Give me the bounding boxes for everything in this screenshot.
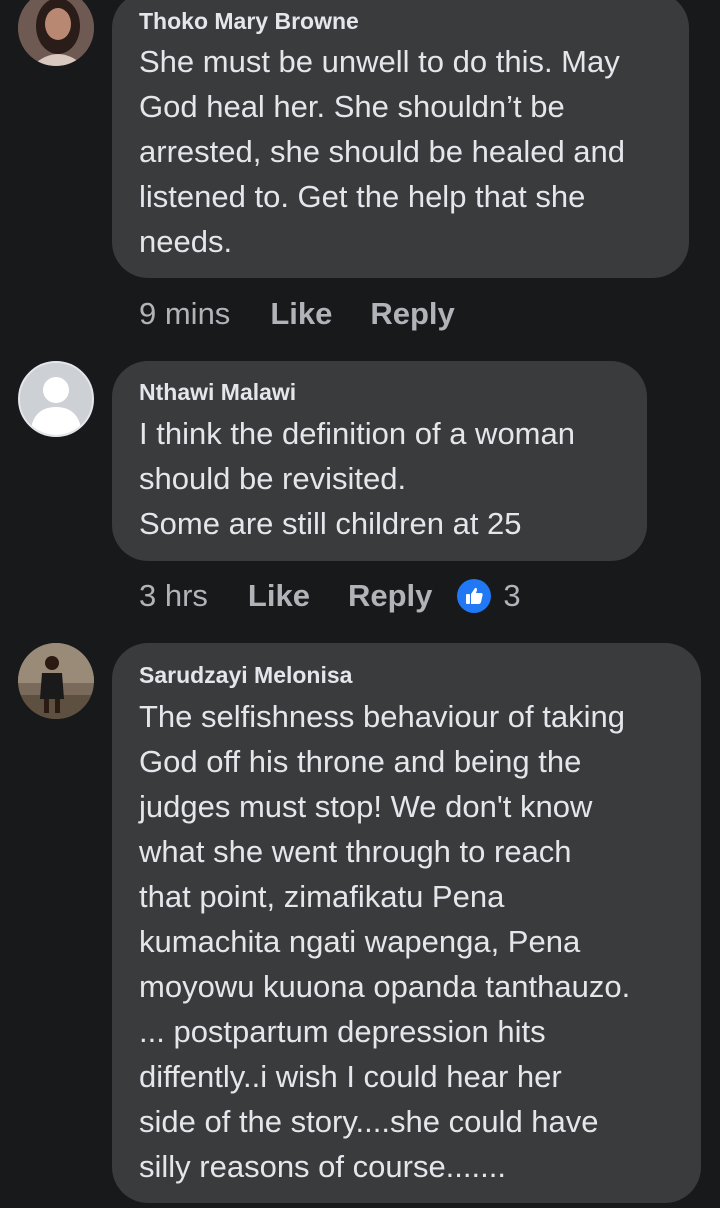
comment-actions: 3 hrs Like Reply 3 xyxy=(139,576,521,616)
comment-timestamp[interactable]: 3 hrs xyxy=(139,578,208,614)
like-button[interactable]: Like xyxy=(270,296,332,332)
reactions-summary[interactable]: 3 xyxy=(457,578,521,614)
like-button[interactable]: Like xyxy=(248,578,310,614)
profile-photo-icon xyxy=(18,0,94,66)
reaction-count: 3 xyxy=(503,578,521,613)
comment-text: The selfishness behaviour of taking God … xyxy=(139,699,631,1184)
comment-author[interactable]: Sarudzayi Melonisa xyxy=(139,643,701,690)
default-avatar-icon xyxy=(20,363,92,435)
comment-author[interactable]: Thoko Mary Browne xyxy=(139,0,689,36)
thumbs-up-icon xyxy=(457,579,492,613)
comment-text: I think the definition of a woman should… xyxy=(139,416,575,541)
comment-timestamp[interactable]: 9 mins xyxy=(139,296,230,332)
comment-bubble: Nthawi Malawi I think the definition of … xyxy=(112,361,647,561)
avatar[interactable] xyxy=(18,0,94,66)
comment-author[interactable]: Nthawi Malawi xyxy=(139,361,647,407)
comment-bubble: Thoko Mary Browne She must be unwell to … xyxy=(112,0,689,278)
reply-button[interactable]: Reply xyxy=(348,578,432,614)
comment-bubble: Sarudzayi Melonisa The selfishness behav… xyxy=(112,643,701,1203)
reply-button[interactable]: Reply xyxy=(370,296,454,332)
avatar[interactable] xyxy=(18,361,94,437)
avatar[interactable] xyxy=(18,643,94,719)
comment-actions: 9 mins Like Reply xyxy=(139,294,493,334)
profile-photo-icon xyxy=(18,643,94,719)
comment-text: She must be unwell to do this. May God h… xyxy=(139,44,626,259)
